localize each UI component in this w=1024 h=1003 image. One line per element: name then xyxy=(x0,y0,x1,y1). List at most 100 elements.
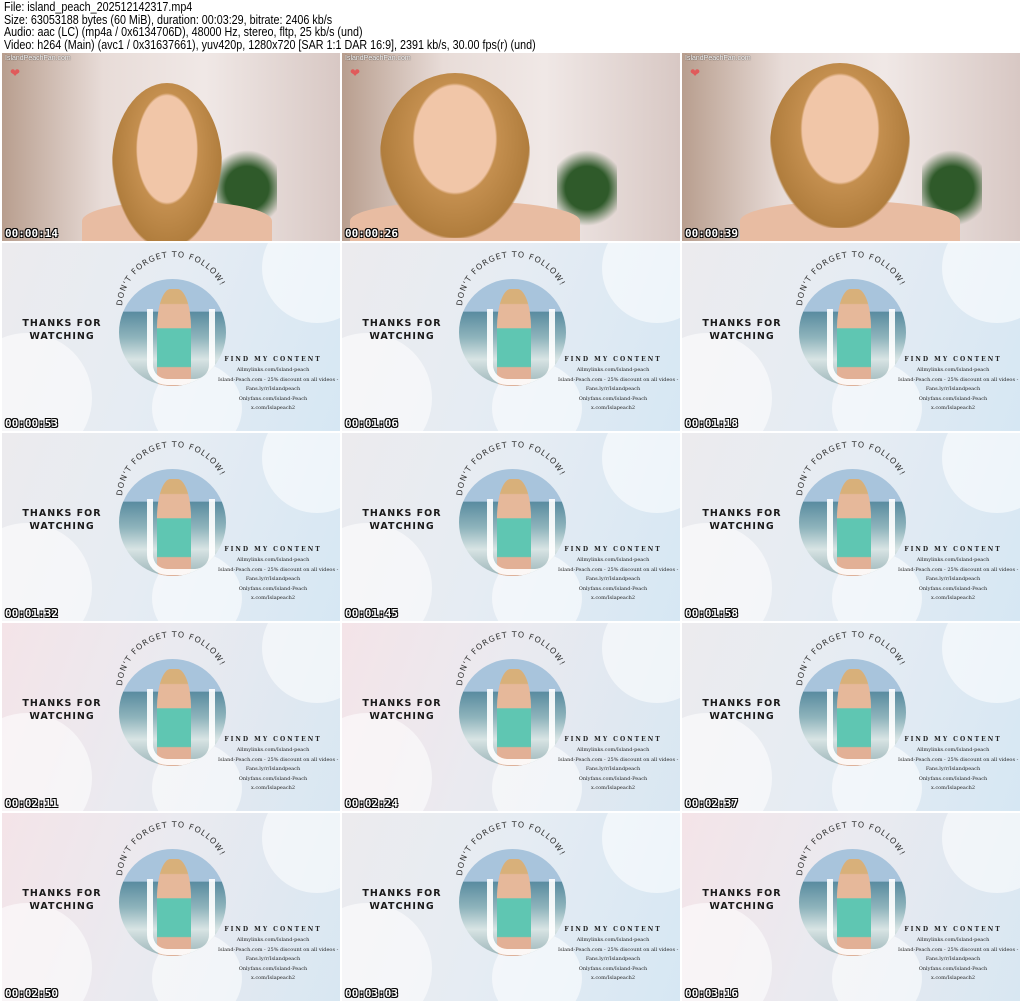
background-bubble xyxy=(262,623,340,703)
content-link: Island-Peach.com - 25% discount on all v… xyxy=(218,946,339,953)
timestamp: 00:02:50 xyxy=(5,987,58,1000)
content-link: Fans.ly/r/Islandpeach xyxy=(925,766,981,772)
heart-icon: ❤ xyxy=(690,66,701,80)
video-thumbnail[interactable]: THANKS FOR WATCHING DON'T FORGET TO FOLLO… xyxy=(342,433,680,621)
content-link: x.com/Islapeach2 xyxy=(930,975,976,981)
video-thumbnail[interactable]: IslandPeachFan.com ❤ 00:00:26 xyxy=(342,53,680,241)
svg-text:DON'T FORGET TO FOLLOW!: DON'T FORGET TO FOLLOW! xyxy=(115,251,227,306)
follow-arc-text: DON'T FORGET TO FOLLOW! xyxy=(455,821,567,876)
find-my-content: FIND MY CONTENT Allmylinks.com/Island-pea… xyxy=(558,356,678,414)
find-heading: FIND MY CONTENT xyxy=(904,356,1002,363)
watermark: IslandPeachFan.com xyxy=(685,55,751,62)
content-link: Allmylinks.com/Island-peach xyxy=(576,557,650,563)
video-thumbnail[interactable]: THANKS FOR WATCHING DON'T FORGET TO FOLLO… xyxy=(682,623,1020,811)
timestamp: 00:00:14 xyxy=(5,227,58,240)
video-thumbnail[interactable]: THANKS FOR WATCHING DON'T FORGET TO FOLLO… xyxy=(2,623,340,811)
file-name: File: island_peach_202512142317.mp4 xyxy=(4,0,193,14)
video-thumbnail[interactable]: IslandPeachFan.com ❤ 00:00:14 xyxy=(2,53,340,241)
find-heading: FIND MY CONTENT xyxy=(564,356,662,363)
timestamp: 00:01:32 xyxy=(5,607,58,620)
video-thumbnail[interactable]: THANKS FOR WATCHING DON'T FORGET TO FOLLO… xyxy=(682,243,1020,431)
thanks-for-watching-text: THANKS FOR WATCHING xyxy=(362,508,442,532)
content-link: x.com/Islapeach2 xyxy=(590,595,636,601)
content-link: Onlyfans.com/Island-Peach xyxy=(238,395,308,402)
follow-arc-text: DON'T FORGET TO FOLLOW! xyxy=(115,441,226,496)
white-shirt xyxy=(147,499,215,575)
background-bubble xyxy=(262,433,340,513)
content-link: Onlyfans.com/Island-Peach xyxy=(918,775,988,782)
timestamp: 00:03:03 xyxy=(345,987,398,1000)
thanks-for-watching-text: THANKS FOR WATCHING xyxy=(22,318,102,342)
video-thumbnail[interactable]: THANKS FOR WATCHING DON'T FORGET TO FOLLO… xyxy=(342,623,680,811)
follow-arc-text: DON'T FORGET TO FOLLOW! xyxy=(455,631,566,686)
background-bubble xyxy=(942,623,1020,703)
timestamp: 00:02:24 xyxy=(345,797,398,810)
content-link: Allmylinks.com/Island-peach xyxy=(576,937,650,943)
content-link: x.com/Islapeach2 xyxy=(930,785,976,791)
content-link: Fans.ly/r/Islandpeach xyxy=(245,766,301,772)
timestamp: 00:03:16 xyxy=(685,987,738,1000)
video-thumbnail[interactable]: THANKS FOR WATCHING DON'T FORGET TO FOLLO… xyxy=(2,243,340,431)
content-link: Island-Peach.com - 25% discount on all v… xyxy=(558,756,679,763)
find-my-content: FIND MY CONTENT Allmylinks.com/Island-pea… xyxy=(898,736,1018,794)
video-thumbnail[interactable]: IslandPeachFan.com ❤ 00:00:39 xyxy=(682,53,1020,241)
find-my-content: FIND MY CONTENT Allmylinks.com/Island-pea… xyxy=(898,356,1018,414)
audio-info: Audio: aac (LC) (mp4a / 0x6134706D), 480… xyxy=(4,25,363,40)
find-my-content: FIND MY CONTENT Allmylinks.com/Island-pea… xyxy=(218,546,338,604)
content-link: Onlyfans.com/Island-Peach xyxy=(238,585,308,592)
white-shirt xyxy=(147,879,215,955)
svg-text:DON'T FORGET TO FOLLOW!: DON'T FORGET TO FOLLOW! xyxy=(455,441,567,496)
video-thumbnail[interactable]: THANKS FOR WATCHING DON'T FORGET TO FOLLO… xyxy=(682,813,1020,1001)
thanks-for-watching-text: THANKS FOR WATCHING xyxy=(22,698,102,722)
content-link: Fans.ly/r/Islandpeach xyxy=(245,386,301,392)
white-shirt xyxy=(487,499,555,575)
find-my-content: FIND MY CONTENT Allmylinks.com/Island-pea… xyxy=(218,926,339,984)
svg-text:DON'T FORGET TO FOLLOW!: DON'T FORGET TO FOLLOW! xyxy=(795,631,907,686)
video-thumbnail[interactable]: THANKS FOR WATCHING DON'T FORGET TO FOLLO… xyxy=(342,813,680,1001)
svg-text:DON'T FORGET TO FOLLOW!: DON'T FORGET TO FOLLOW! xyxy=(795,251,907,306)
video-thumbnail[interactable]: THANKS FOR WATCHING DON'T FORGET TO FOLLO… xyxy=(2,433,340,621)
background-bubble xyxy=(942,243,1020,323)
follow-arc-text: DON'T FORGET TO FOLLOW! xyxy=(795,821,906,876)
content-link: Onlyfans.com/Island-Peach xyxy=(578,775,648,782)
thanks-for-watching-text: THANKS FOR WATCHING xyxy=(702,318,782,342)
content-link: x.com/Islapeach2 xyxy=(930,405,976,411)
heart-icon: ❤ xyxy=(10,66,21,80)
content-link: x.com/Islapeach2 xyxy=(250,785,296,791)
svg-text:DON'T FORGET TO FOLLOW!: DON'T FORGET TO FOLLOW! xyxy=(455,821,567,876)
person-head xyxy=(770,63,910,228)
background-bubble xyxy=(942,813,1020,893)
content-link: Onlyfans.com/Island-Peach xyxy=(918,395,988,402)
timestamp: 00:00:39 xyxy=(685,227,738,240)
find-heading: FIND MY CONTENT xyxy=(904,546,1002,553)
content-link: Onlyfans.com/Island-Peach xyxy=(918,585,988,592)
video-thumbnail[interactable]: THANKS FOR WATCHING DON'T FORGET TO FOLLO… xyxy=(342,243,680,431)
timestamp: 00:01:18 xyxy=(685,417,738,430)
follow-arc-text: DON'T FORGET TO FOLLOW! xyxy=(115,631,226,686)
timestamp: 00:02:37 xyxy=(685,797,738,810)
thumbnail-grid: IslandPeachFan.com ❤ 00:00:14 IslandPeachFa… xyxy=(2,53,1020,1001)
content-link: Onlyfans.com/Island-Peach xyxy=(578,585,648,592)
thanks-for-watching-text: THANKS FOR WATCHING xyxy=(702,698,782,722)
person-head xyxy=(380,73,530,238)
thanks-for-watching-text: THANKS FOR WATCHING xyxy=(702,508,782,532)
timestamp: 00:00:53 xyxy=(5,417,58,430)
background-bubble xyxy=(602,623,680,703)
timestamp: 00:02:11 xyxy=(5,797,58,810)
find-heading: FIND MY CONTENT xyxy=(904,736,1002,743)
content-link: Onlyfans.com/Island-Peach xyxy=(238,965,308,972)
white-shirt xyxy=(487,309,555,385)
background-bubble xyxy=(602,433,680,513)
find-heading: FIND MY CONTENT xyxy=(224,356,322,363)
content-link: Onlyfans.com/Island-Peach xyxy=(578,965,648,972)
video-thumbnail[interactable]: THANKS FOR WATCHING DON'T FORGET TO FOLLO… xyxy=(682,433,1020,621)
heart-icon: ❤ xyxy=(350,66,361,80)
find-my-content: FIND MY CONTENT Allmylinks.com/Island-pea… xyxy=(898,926,1018,984)
thanks-for-watching-text: THANKS FOR WATCHING xyxy=(362,888,442,912)
content-link: Onlyfans.com/Island-Peach xyxy=(238,775,308,782)
background-bubble xyxy=(262,243,340,323)
background-bubble xyxy=(602,243,680,323)
content-link: x.com/Islapeach2 xyxy=(250,595,296,601)
video-thumbnail[interactable]: THANKS FOR WATCHING DON'T FORGET TO FOLLO… xyxy=(2,813,340,1001)
background-bubble xyxy=(262,813,340,893)
